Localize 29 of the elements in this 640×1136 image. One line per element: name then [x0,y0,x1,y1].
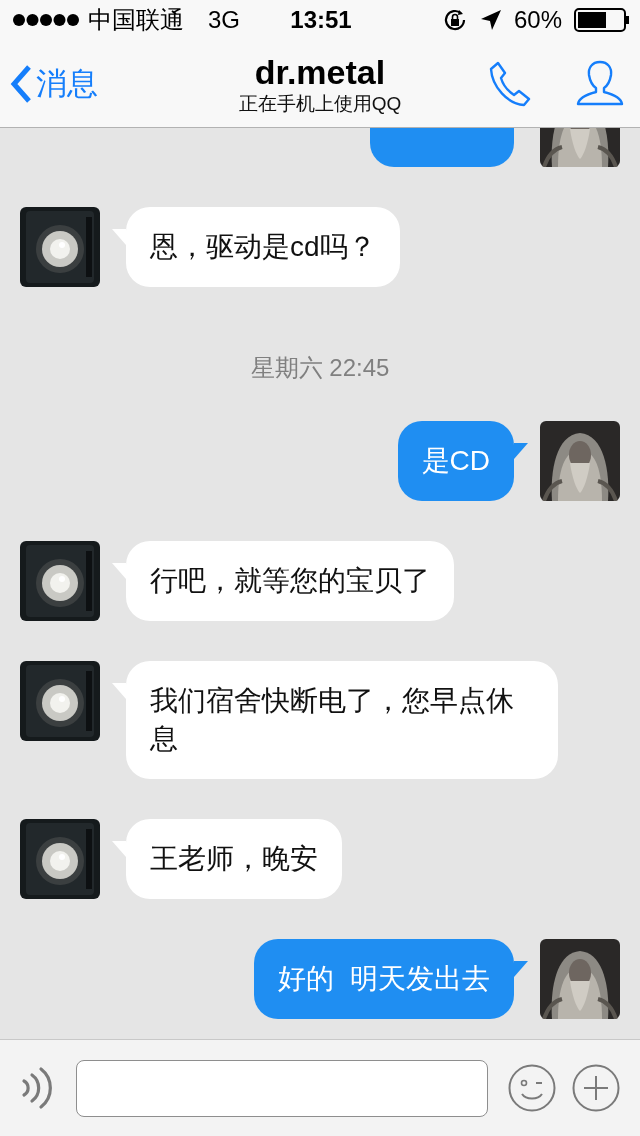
signal-icon [12,13,80,27]
contact-profile-icon[interactable] [576,59,624,108]
carrier-name: 中国联通 [88,5,184,35]
emoji-icon[interactable] [508,1064,556,1112]
bubble-tail-icon [514,443,528,459]
back-chevron-icon [10,64,32,103]
bubble-tail-icon [514,961,528,977]
message-bubble: 是CD [397,421,514,501]
battery-icon [574,8,630,32]
message-bubble: 好的 明天发出去 [254,939,514,1019]
status-time: 13:51 [290,6,352,34]
message-input-field[interactable] [76,1059,488,1117]
bubble-tail-icon [112,563,126,579]
message-bubble: 恩，驱动是cd吗？ [126,207,400,287]
contact-status: 正在手机上使用QQ [238,91,402,116]
plus-icon[interactable] [572,1064,620,1112]
phone-icon[interactable] [488,59,532,108]
message-bubble: 王老师，晚安 [126,819,342,899]
timestamp: 星期六 22:45 [250,353,390,381]
battery-percent: 60% [513,6,562,34]
location-arrow-icon [479,9,502,31]
message-bubble: 行吧，就等您的宝贝了 [126,541,454,621]
bubble-tail-icon [112,229,126,245]
network-type: 3G [208,6,240,34]
back-button[interactable]: 消息 [0,53,170,114]
chat-title: dr.metal [254,51,386,92]
bubble-tail-icon [112,683,126,699]
message-bubble: 我们宿舍快断电了，您早点休息 [126,661,558,779]
bubble-tail-icon [112,841,126,857]
